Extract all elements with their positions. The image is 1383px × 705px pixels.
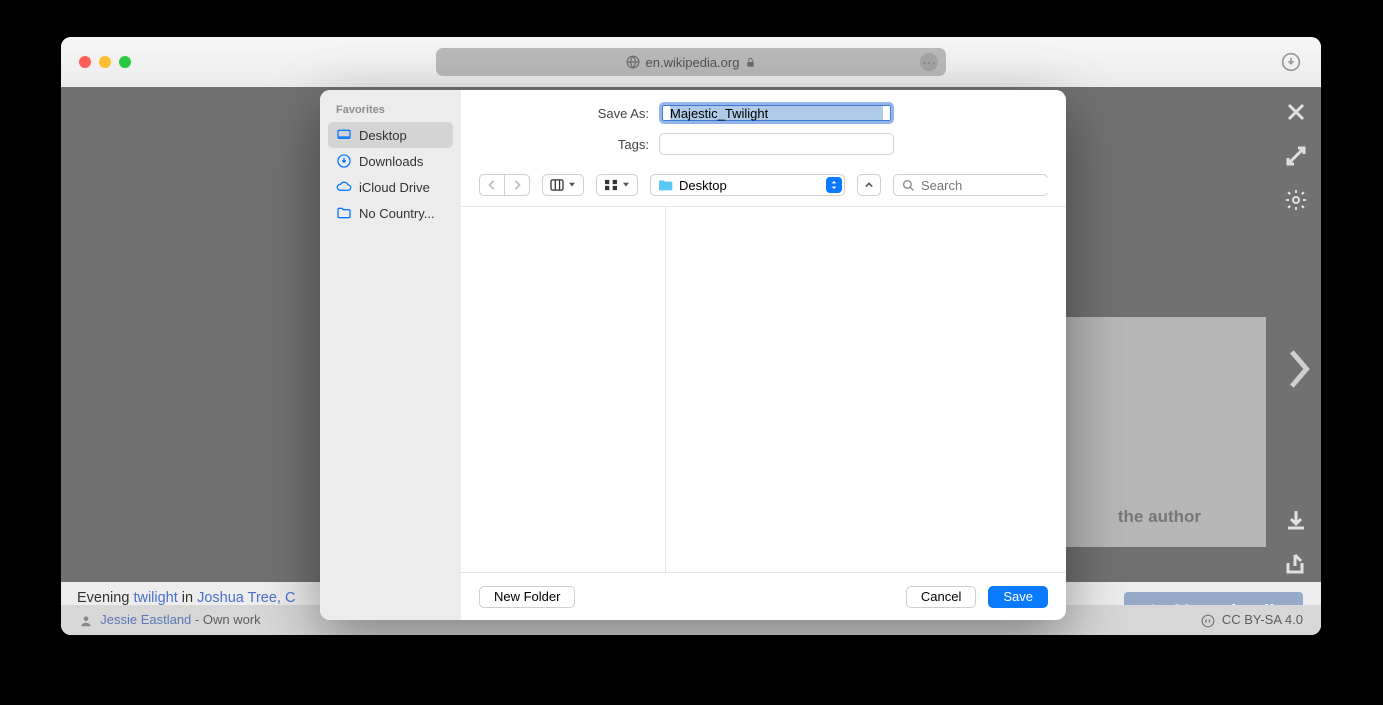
desktop-icon bbox=[336, 127, 352, 143]
close-window-button[interactable] bbox=[79, 56, 91, 68]
downloads-icon[interactable] bbox=[1281, 52, 1301, 72]
sidebar-item-label: No Country... bbox=[359, 206, 435, 221]
caption-text: Evening twilight in Joshua Tree, C bbox=[77, 590, 295, 606]
save-as-input[interactable] bbox=[659, 102, 894, 124]
dialog-footer: New Folder Cancel Save bbox=[461, 572, 1066, 620]
sidebar-item-desktop[interactable]: Desktop bbox=[328, 122, 453, 148]
globe-icon bbox=[626, 55, 640, 69]
link-twilight[interactable]: twilight bbox=[133, 590, 177, 606]
cloud-icon bbox=[336, 179, 352, 195]
gear-icon[interactable] bbox=[1283, 187, 1309, 213]
grid-view-button[interactable] bbox=[596, 174, 638, 196]
collapse-button[interactable] bbox=[857, 174, 881, 196]
dialog-toolbar: Desktop bbox=[461, 168, 1066, 207]
sidebar-item-label: Downloads bbox=[359, 154, 423, 169]
save-dialog: Favorites Desktop Downloads iCloud Drive… bbox=[320, 90, 1066, 620]
chevron-updown-icon bbox=[826, 177, 842, 193]
back-button[interactable] bbox=[479, 174, 504, 196]
search-field[interactable] bbox=[893, 174, 1048, 196]
author-overlay: the author bbox=[1118, 507, 1201, 527]
save-button[interactable]: Save bbox=[988, 586, 1048, 608]
viewer-toolbar-lower bbox=[1283, 507, 1309, 577]
url-text: en.wikipedia.org bbox=[646, 55, 740, 70]
next-image-button[interactable] bbox=[1283, 347, 1313, 391]
dialog-form: Save As: Tags: bbox=[461, 90, 1066, 168]
tags-input[interactable] bbox=[659, 133, 894, 155]
folder-icon bbox=[336, 205, 352, 221]
attrib-text: Own work bbox=[203, 612, 261, 627]
tags-label: Tags: bbox=[479, 137, 649, 152]
downloads-folder-icon bbox=[336, 153, 352, 169]
forward-button[interactable] bbox=[504, 174, 530, 196]
person-icon bbox=[79, 614, 93, 628]
license-link[interactable]: CC BY-SA 4.0 bbox=[1222, 612, 1303, 627]
fullscreen-window-button[interactable] bbox=[119, 56, 131, 68]
dialog-sidebar: Favorites Desktop Downloads iCloud Drive… bbox=[320, 90, 461, 620]
close-icon[interactable] bbox=[1283, 99, 1309, 125]
cc-icon bbox=[1201, 614, 1215, 628]
search-icon bbox=[902, 179, 915, 192]
cancel-button[interactable]: Cancel bbox=[906, 586, 976, 608]
nav-buttons bbox=[479, 174, 530, 196]
download-icon[interactable] bbox=[1283, 507, 1309, 533]
folder-icon bbox=[657, 178, 673, 192]
favorites-heading: Favorites bbox=[328, 100, 453, 122]
sidebar-item-label: iCloud Drive bbox=[359, 180, 430, 195]
fullscreen-icon[interactable] bbox=[1283, 143, 1309, 169]
window-titlebar: en.wikipedia.org ··· bbox=[61, 37, 1321, 87]
attrib-author-link[interactable]: Jessie Eastland bbox=[100, 612, 191, 627]
address-bar[interactable]: en.wikipedia.org ··· bbox=[436, 48, 946, 76]
sidebar-item-folder[interactable]: No Country... bbox=[328, 200, 453, 226]
share-icon[interactable] bbox=[1283, 551, 1309, 577]
window-controls bbox=[79, 56, 131, 68]
new-folder-button[interactable]: New Folder bbox=[479, 586, 575, 608]
lock-icon bbox=[745, 57, 756, 68]
link-joshua-tree[interactable]: Joshua Tree, C bbox=[197, 590, 295, 606]
viewer-toolbar bbox=[1283, 99, 1309, 213]
minimize-window-button[interactable] bbox=[99, 56, 111, 68]
reader-icon[interactable]: ··· bbox=[920, 53, 938, 71]
sidebar-item-label: Desktop bbox=[359, 128, 407, 143]
file-column bbox=[461, 207, 666, 572]
dialog-main: Save As: Tags: bbox=[461, 90, 1066, 620]
location-dropdown[interactable]: Desktop bbox=[650, 174, 845, 196]
sidebar-item-icloud[interactable]: iCloud Drive bbox=[328, 174, 453, 200]
sidebar-item-downloads[interactable]: Downloads bbox=[328, 148, 453, 174]
file-column bbox=[666, 207, 1066, 572]
columns-view-button[interactable] bbox=[542, 174, 584, 196]
location-label: Desktop bbox=[679, 178, 820, 193]
search-input[interactable] bbox=[921, 178, 1066, 193]
file-browser[interactable] bbox=[461, 207, 1066, 572]
save-as-label: Save As: bbox=[479, 106, 649, 121]
